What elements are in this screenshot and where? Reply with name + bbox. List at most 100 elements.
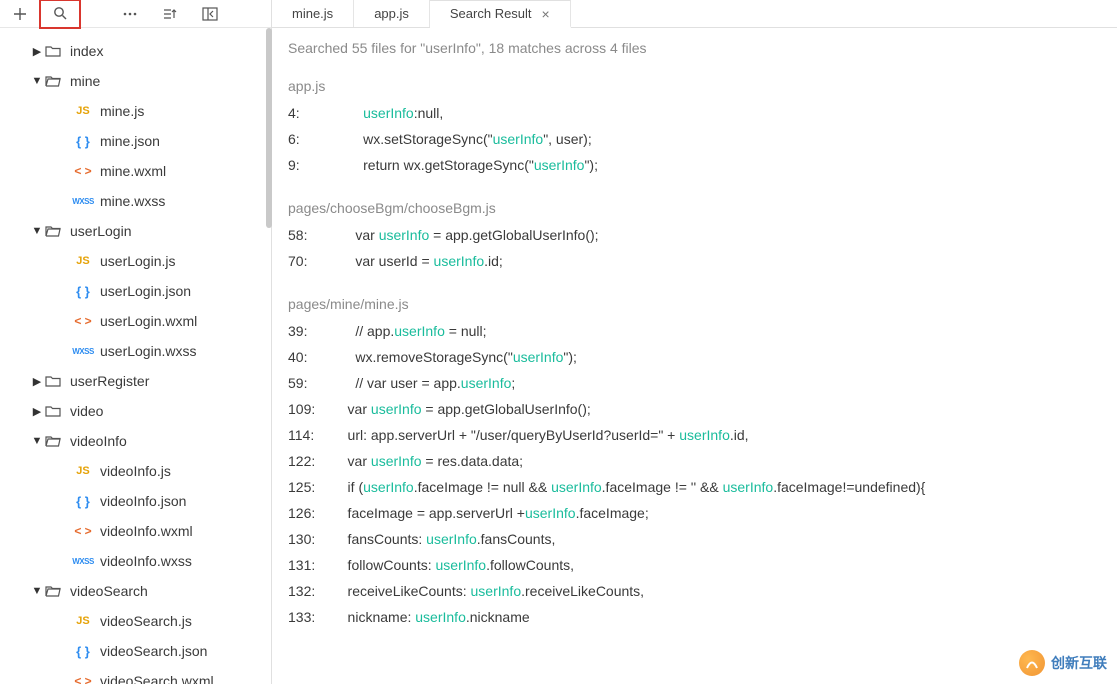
caret-down-icon[interactable]: ▼ bbox=[30, 435, 44, 447]
tree-item-label: videoSearch.json bbox=[100, 643, 207, 659]
file-userLogin.wxml[interactable]: < >userLogin.wxml bbox=[0, 306, 271, 336]
result-line[interactable]: 126: faceImage = app.serverUrl +userInfo… bbox=[288, 500, 1101, 526]
file-mine.wxml[interactable]: < >mine.wxml bbox=[0, 156, 271, 186]
code-text: receiveLikeCounts: userInfo.receiveLikeC… bbox=[332, 578, 644, 604]
code-text: return wx.getStorageSync("userInfo"); bbox=[332, 152, 598, 178]
tree-item-label: video bbox=[70, 403, 103, 419]
watermark-text: 创新互联 bbox=[1051, 653, 1107, 673]
line-number: 39: bbox=[288, 318, 332, 344]
caret-right-icon[interactable]: ▶ bbox=[30, 405, 44, 418]
file-videoInfo.wxss[interactable]: WXSSvideoInfo.wxss bbox=[0, 546, 271, 576]
line-number: 70: bbox=[288, 248, 332, 274]
folder-userRegister[interactable]: ▶userRegister bbox=[0, 366, 271, 396]
line-number: 59: bbox=[288, 370, 332, 396]
hide-panel-icon[interactable] bbox=[190, 0, 230, 28]
result-line[interactable]: 9: return wx.getStorageSync("userInfo"); bbox=[288, 152, 1101, 178]
result-line[interactable]: 109: var userInfo = app.getGlobalUserInf… bbox=[288, 396, 1101, 422]
result-line[interactable]: 132: receiveLikeCounts: userInfo.receive… bbox=[288, 578, 1101, 604]
tree-item-label: index bbox=[70, 43, 103, 59]
tree-item-label: videoInfo.wxml bbox=[100, 523, 193, 539]
wxss-file-icon: WXSS bbox=[74, 197, 92, 206]
tab-label: app.js bbox=[374, 6, 409, 21]
result-line[interactable]: 125: if (userInfo.faceImage != null && u… bbox=[288, 474, 1101, 500]
result-line[interactable]: 130: fansCounts: userInfo.fansCounts, bbox=[288, 526, 1101, 552]
file-videoInfo.wxml[interactable]: < >videoInfo.wxml bbox=[0, 516, 271, 546]
code-text: if (userInfo.faceImage != null && userIn… bbox=[332, 474, 925, 500]
folder-icon bbox=[44, 584, 62, 598]
line-number: 6: bbox=[288, 126, 332, 152]
folder-videoInfo[interactable]: ▼ videoInfo bbox=[0, 426, 271, 456]
file-videoInfo.js[interactable]: JSvideoInfo.js bbox=[0, 456, 271, 486]
result-file-name[interactable]: app.js bbox=[288, 78, 1101, 94]
caret-down-icon[interactable]: ▼ bbox=[30, 585, 44, 597]
result-line[interactable]: 40: wx.removeStorageSync("userInfo"); bbox=[288, 344, 1101, 370]
result-line[interactable]: 59: // var user = app.userInfo; bbox=[288, 370, 1101, 396]
caret-down-icon[interactable]: ▼ bbox=[30, 75, 44, 87]
folder-mine[interactable]: ▼mine bbox=[0, 66, 271, 96]
result-file-name[interactable]: pages/mine/mine.js bbox=[288, 296, 1101, 312]
watermark-icon bbox=[1019, 650, 1045, 676]
search-icon[interactable] bbox=[40, 0, 80, 28]
scrollbar-thumb[interactable] bbox=[266, 28, 272, 228]
line-number: 4: bbox=[288, 100, 332, 126]
sidebar-toolbar bbox=[0, 0, 271, 28]
close-icon[interactable]: × bbox=[542, 6, 550, 22]
folder-icon bbox=[44, 44, 62, 58]
tree-item-label: videoSearch.wxml bbox=[100, 673, 214, 684]
result-line[interactable]: 6: wx.setStorageSync("userInfo", user); bbox=[288, 126, 1101, 152]
file-videoSearch.json[interactable]: { }videoSearch.json bbox=[0, 636, 271, 666]
folder-icon bbox=[44, 374, 62, 388]
folder-userLogin[interactable]: ▼userLogin bbox=[0, 216, 271, 246]
result-line[interactable]: 133: nickname: userInfo.nickname bbox=[288, 604, 1101, 630]
file-userLogin.json[interactable]: { }userLogin.json bbox=[0, 276, 271, 306]
result-line[interactable]: 122: var userInfo = res.data.data; bbox=[288, 448, 1101, 474]
folder-index[interactable]: ▶ index bbox=[0, 36, 271, 66]
tab-label: Search Result bbox=[450, 6, 532, 21]
file-videoInfo.json[interactable]: { }videoInfo.json bbox=[0, 486, 271, 516]
code-text: wx.setStorageSync("userInfo", user); bbox=[332, 126, 592, 152]
json-file-icon: { } bbox=[74, 284, 92, 299]
result-line[interactable]: 4: userInfo:null, bbox=[288, 100, 1101, 126]
tree-item-label: userLogin.js bbox=[100, 253, 176, 269]
line-number: 40: bbox=[288, 344, 332, 370]
plus-icon[interactable] bbox=[0, 0, 40, 28]
file-mine.wxss[interactable]: WXSS mine.wxss bbox=[0, 186, 271, 216]
result-file-name[interactable]: pages/chooseBgm/chooseBgm.js bbox=[288, 200, 1101, 216]
code-text: fansCounts: userInfo.fansCounts, bbox=[332, 526, 555, 552]
tab-search-result[interactable]: Search Result × bbox=[430, 0, 571, 28]
result-line[interactable]: 131: followCounts: userInfo.followCounts… bbox=[288, 552, 1101, 578]
tree-item-label: mine.wxss bbox=[100, 193, 165, 209]
folder-icon bbox=[44, 404, 62, 418]
collapse-icon[interactable] bbox=[150, 0, 190, 28]
file-videoSearch.wxml[interactable]: < >videoSearch.wxml bbox=[0, 666, 271, 684]
line-number: 132: bbox=[288, 578, 332, 604]
folder-video[interactable]: ▶ video bbox=[0, 396, 271, 426]
folder-videoSearch[interactable]: ▼ videoSearch bbox=[0, 576, 271, 606]
file-videoSearch.js[interactable]: JSvideoSearch.js bbox=[0, 606, 271, 636]
tab-label: mine.js bbox=[292, 6, 333, 21]
result-line[interactable]: 58: var userInfo = app.getGlobalUserInfo… bbox=[288, 222, 1101, 248]
result-line[interactable]: 39: // app.userInfo = null; bbox=[288, 318, 1101, 344]
result-file-group: app.js 4: userInfo:null,6: wx.setStorageS… bbox=[288, 78, 1101, 178]
tab-app.js[interactable]: app.js bbox=[354, 0, 430, 27]
tab-mine.js[interactable]: mine.js bbox=[272, 0, 354, 27]
line-number: 114: bbox=[288, 422, 332, 448]
file-mine.json[interactable]: { }mine.json bbox=[0, 126, 271, 156]
caret-down-icon[interactable]: ▼ bbox=[30, 225, 44, 237]
result-line[interactable]: 114: url: app.serverUrl + "/user/queryBy… bbox=[288, 422, 1101, 448]
code-text: faceImage = app.serverUrl +userInfo.face… bbox=[332, 500, 649, 526]
code-text: url: app.serverUrl + "/user/queryByUserI… bbox=[332, 422, 749, 448]
more-icon[interactable] bbox=[110, 0, 150, 28]
tree-item-label: userLogin.wxml bbox=[100, 313, 197, 329]
result-line[interactable]: 70: var userId = userInfo.id; bbox=[288, 248, 1101, 274]
json-file-icon: { } bbox=[74, 494, 92, 509]
tree-item-label: videoInfo bbox=[70, 433, 127, 449]
file-mine.js[interactable]: JSmine.js bbox=[0, 96, 271, 126]
caret-right-icon[interactable]: ▶ bbox=[30, 45, 44, 58]
js-file-icon: JS bbox=[74, 255, 92, 267]
caret-right-icon[interactable]: ▶ bbox=[30, 375, 44, 388]
file-userLogin.js[interactable]: JS userLogin.js bbox=[0, 246, 271, 276]
code-text: var userInfo = app.getGlobalUserInfo(); bbox=[332, 222, 599, 248]
file-userLogin.wxss[interactable]: WXSSuserLogin.wxss bbox=[0, 336, 271, 366]
tree-item-label: videoSearch bbox=[70, 583, 148, 599]
